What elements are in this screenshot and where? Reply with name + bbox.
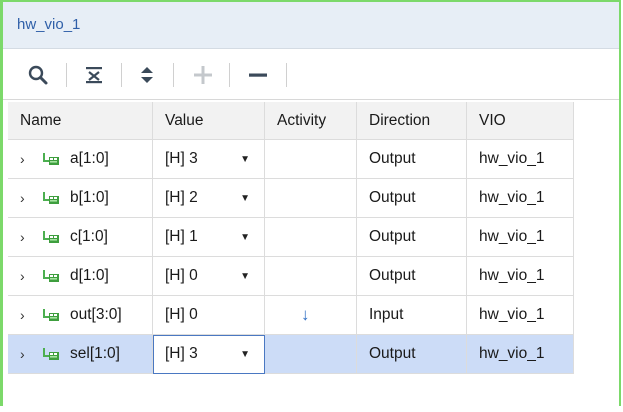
probe-value: [H] 2 bbox=[165, 189, 198, 206]
cell-value[interactable]: [H] 0 bbox=[153, 296, 265, 335]
probe-value: [H] 1 bbox=[165, 228, 198, 245]
cell-vio: hw_vio_1 bbox=[467, 296, 574, 335]
search-button[interactable] bbox=[25, 62, 51, 88]
probe-value: [H] 0 bbox=[165, 306, 198, 323]
expand-all-icon bbox=[141, 67, 153, 83]
probe-name: c[1:0] bbox=[70, 228, 108, 245]
column-header-direction[interactable]: Direction bbox=[357, 102, 467, 140]
probe-value: [H] 0 bbox=[165, 267, 198, 284]
toolbar-separator bbox=[121, 63, 122, 87]
cell-direction: Output bbox=[357, 218, 467, 257]
probe-name: a[1:0] bbox=[70, 150, 109, 167]
output-probe-icon bbox=[42, 268, 60, 284]
value-dropdown-icon[interactable]: ▼ bbox=[240, 349, 250, 360]
plus-icon bbox=[194, 66, 212, 84]
cell-value[interactable]: [H] 3 ▼ bbox=[153, 335, 265, 374]
probe-name: out[3:0] bbox=[70, 306, 122, 323]
input-probe-icon bbox=[42, 307, 60, 323]
cell-value[interactable]: [H] 3 ▼ bbox=[153, 140, 265, 179]
remove-button[interactable] bbox=[245, 62, 271, 88]
column-header-vio[interactable]: VIO bbox=[467, 102, 574, 140]
output-probe-icon bbox=[42, 229, 60, 245]
column-header-name[interactable]: Name bbox=[8, 102, 153, 140]
toolbar-separator bbox=[173, 63, 174, 87]
probe-table: Name Value Activity Direction VIO › a[1:0… bbox=[8, 102, 574, 412]
table-header: Name Value Activity Direction VIO bbox=[8, 102, 574, 140]
collapse-all-button[interactable] bbox=[81, 62, 107, 88]
cell-vio: hw_vio_1 bbox=[467, 179, 574, 218]
cell-name[interactable]: › b[1:0] bbox=[8, 179, 153, 218]
expand-chevron-icon[interactable]: › bbox=[20, 346, 34, 362]
cell-activity: ↓ bbox=[265, 296, 357, 335]
output-probe-icon bbox=[42, 346, 60, 362]
probe-name: sel[1:0] bbox=[70, 345, 120, 362]
window-title: hw_vio_1 bbox=[17, 16, 81, 33]
table-row[interactable]: › a[1:0] [H] 3 ▼ Output hw_vio_1 bbox=[8, 140, 574, 179]
cell-value[interactable]: [H] 2 ▼ bbox=[153, 179, 265, 218]
cell-direction: Input bbox=[357, 296, 467, 335]
cell-value[interactable]: [H] 0 ▼ bbox=[153, 257, 265, 296]
output-probe-icon bbox=[42, 190, 60, 206]
cell-vio: hw_vio_1 bbox=[467, 257, 574, 296]
cell-activity bbox=[265, 218, 357, 257]
expand-all-button[interactable] bbox=[134, 62, 160, 88]
expand-chevron-icon[interactable]: › bbox=[20, 190, 34, 206]
probe-name: b[1:0] bbox=[70, 189, 109, 206]
value-dropdown-icon[interactable]: ▼ bbox=[240, 271, 250, 282]
cell-name[interactable]: › d[1:0] bbox=[8, 257, 153, 296]
minus-icon bbox=[249, 73, 267, 77]
cell-name[interactable]: › a[1:0] bbox=[8, 140, 153, 179]
cell-activity bbox=[265, 257, 357, 296]
value-dropdown-icon[interactable]: ▼ bbox=[240, 193, 250, 204]
cell-activity bbox=[265, 335, 357, 374]
value-dropdown-icon[interactable]: ▼ bbox=[240, 232, 250, 243]
cell-name[interactable]: › out[3:0] bbox=[8, 296, 153, 335]
table-row[interactable]: › d[1:0] [H] 0 ▼ Output hw_vio_1 bbox=[8, 257, 574, 296]
column-header-value[interactable]: Value bbox=[153, 102, 265, 140]
cell-vio: hw_vio_1 bbox=[467, 335, 574, 374]
table-row[interactable]: › sel[1:0] [H] 3 ▼ Output hw_vio_1 bbox=[8, 335, 574, 374]
cell-direction: Output bbox=[357, 140, 467, 179]
add-button[interactable] bbox=[190, 62, 216, 88]
probe-name: d[1:0] bbox=[70, 267, 109, 284]
probe-value: [H] 3 bbox=[165, 150, 198, 167]
expand-chevron-icon[interactable]: › bbox=[20, 307, 34, 323]
cell-vio: hw_vio_1 bbox=[467, 218, 574, 257]
expand-chevron-icon[interactable]: › bbox=[20, 151, 34, 167]
table-row[interactable]: › c[1:0] [H] 1 ▼ Output hw_vio_1 bbox=[8, 218, 574, 257]
expand-chevron-icon[interactable]: › bbox=[20, 229, 34, 245]
toolbar-separator bbox=[286, 63, 287, 87]
expand-chevron-icon[interactable]: › bbox=[20, 268, 34, 284]
table-row[interactable]: › b[1:0] [H] 2 ▼ Output hw_vio_1 bbox=[8, 179, 574, 218]
column-header-activity[interactable]: Activity bbox=[265, 102, 357, 140]
table-row[interactable]: › out[3:0] [H] 0 ↓ Input hw_vio_1 bbox=[8, 296, 574, 335]
activity-falling-arrow-icon: ↓ bbox=[301, 305, 310, 324]
window-titlebar: hw_vio_1 bbox=[3, 2, 619, 49]
cell-direction: Output bbox=[357, 257, 467, 296]
cell-name[interactable]: › sel[1:0] bbox=[8, 335, 153, 374]
cell-activity bbox=[265, 179, 357, 218]
value-dropdown-icon[interactable]: ▼ bbox=[240, 154, 250, 165]
cell-name[interactable]: › c[1:0] bbox=[8, 218, 153, 257]
toolbar bbox=[3, 50, 619, 100]
search-icon bbox=[28, 65, 48, 85]
output-probe-icon bbox=[42, 151, 60, 167]
cell-vio: hw_vio_1 bbox=[467, 140, 574, 179]
toolbar-separator bbox=[229, 63, 230, 87]
collapse-all-icon bbox=[86, 67, 102, 84]
cell-direction: Output bbox=[357, 179, 467, 218]
probe-value: [H] 3 bbox=[165, 345, 198, 362]
toolbar-separator bbox=[66, 63, 67, 87]
cell-direction: Output bbox=[357, 335, 467, 374]
cell-activity bbox=[265, 140, 357, 179]
cell-value[interactable]: [H] 1 ▼ bbox=[153, 218, 265, 257]
